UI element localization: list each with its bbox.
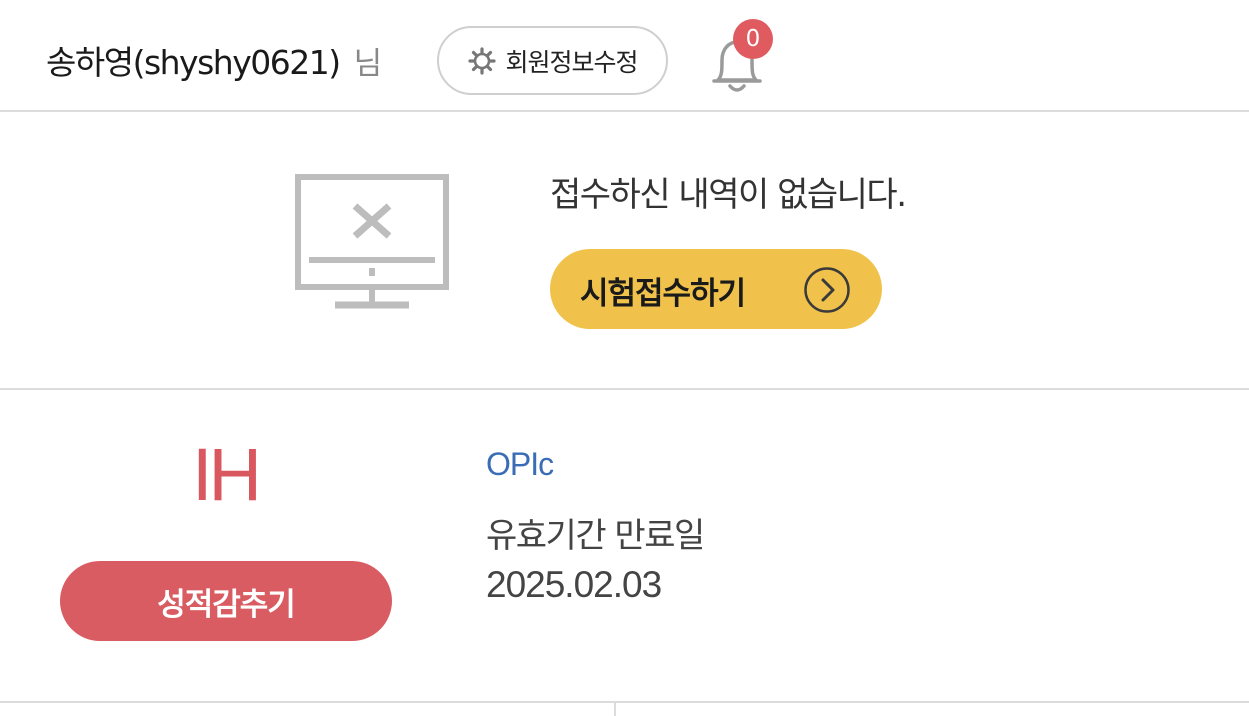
profile-edit-label: 회원정보수정	[505, 47, 638, 77]
score-card: IH 성적감추기 OPIc 유효기간 만료일 2025.02.03	[0, 390, 1249, 703]
grade-level: IH	[192, 433, 262, 516]
notification-count-badge: 0	[733, 19, 773, 59]
user-display-name: 송하영(shyshy0621)	[46, 43, 341, 82]
my-page: 송하영(shyshy0621) 님 회원정보수정 0 접수하신 내역이 없습니다…	[0, 0, 1249, 716]
expiry-label: 유효기간 만료일	[486, 516, 705, 556]
user-greeting: 송하영(shyshy0621) 님	[46, 36, 382, 84]
chevron-right-circle-icon	[804, 267, 850, 313]
empty-message: 접수하신 내역이 없습니다.	[550, 175, 907, 215]
profile-edit-button[interactable]: 회원정보수정	[437, 26, 668, 95]
column-divider	[614, 703, 616, 716]
exam-name: OPIc	[486, 446, 554, 482]
application-empty-state: 접수하신 내역이 없습니다. 시험접수하기	[0, 112, 1249, 390]
hide-score-button[interactable]: 성적감추기	[60, 561, 392, 641]
user-honorific: 님	[353, 46, 383, 82]
user-header: 송하영(shyshy0621) 님 회원정보수정 0	[0, 0, 1249, 112]
apply-exam-button[interactable]: 시험접수하기	[550, 249, 882, 329]
apply-exam-label: 시험접수하기	[580, 276, 746, 312]
hide-score-label: 성적감추기	[157, 586, 296, 623]
monitor-x-icon	[295, 174, 449, 309]
gear-icon	[468, 46, 497, 75]
expiry-date: 2025.02.03	[486, 564, 662, 605]
